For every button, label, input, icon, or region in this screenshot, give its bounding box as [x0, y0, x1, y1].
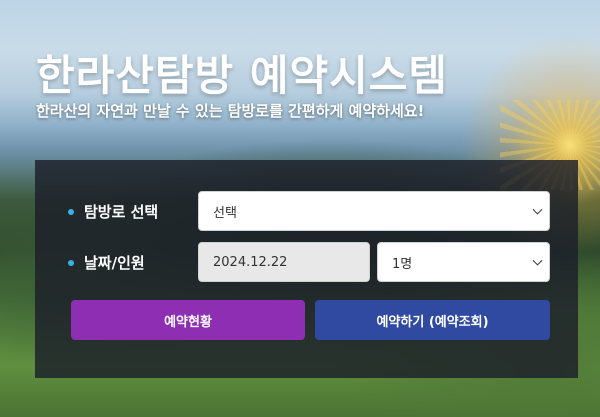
page-title: 한라산탐방 예약시스템: [36, 51, 449, 100]
page-subtitle: 한라산의 자연과 만날 수 있는 탐방로를 간편하게 예약하세요!: [36, 102, 425, 120]
date-field[interactable]: 2024.12.22: [198, 242, 370, 282]
trail-select-value: 선택: [213, 205, 237, 221]
chevron-down-icon: [532, 204, 543, 215]
bullet-icon: [68, 259, 74, 266]
reserve-button[interactable]: 예약하기 (예약조회): [315, 300, 550, 340]
trail-row-label: 탐방로 선택: [68, 201, 158, 222]
people-select-value: 1명: [392, 256, 413, 272]
people-select[interactable]: 1명: [377, 242, 550, 282]
trail-label: 탐방로 선택: [84, 203, 159, 221]
reservation-status-button[interactable]: 예약현황: [71, 300, 305, 340]
date-value: 2024.12.22: [213, 254, 288, 270]
bullet-icon: [68, 208, 74, 215]
trail-select[interactable]: 선택: [198, 191, 550, 231]
chevron-down-icon: [532, 255, 543, 266]
date-row-label: 날짜/인원: [68, 252, 145, 273]
date-label: 날짜/인원: [84, 254, 145, 272]
